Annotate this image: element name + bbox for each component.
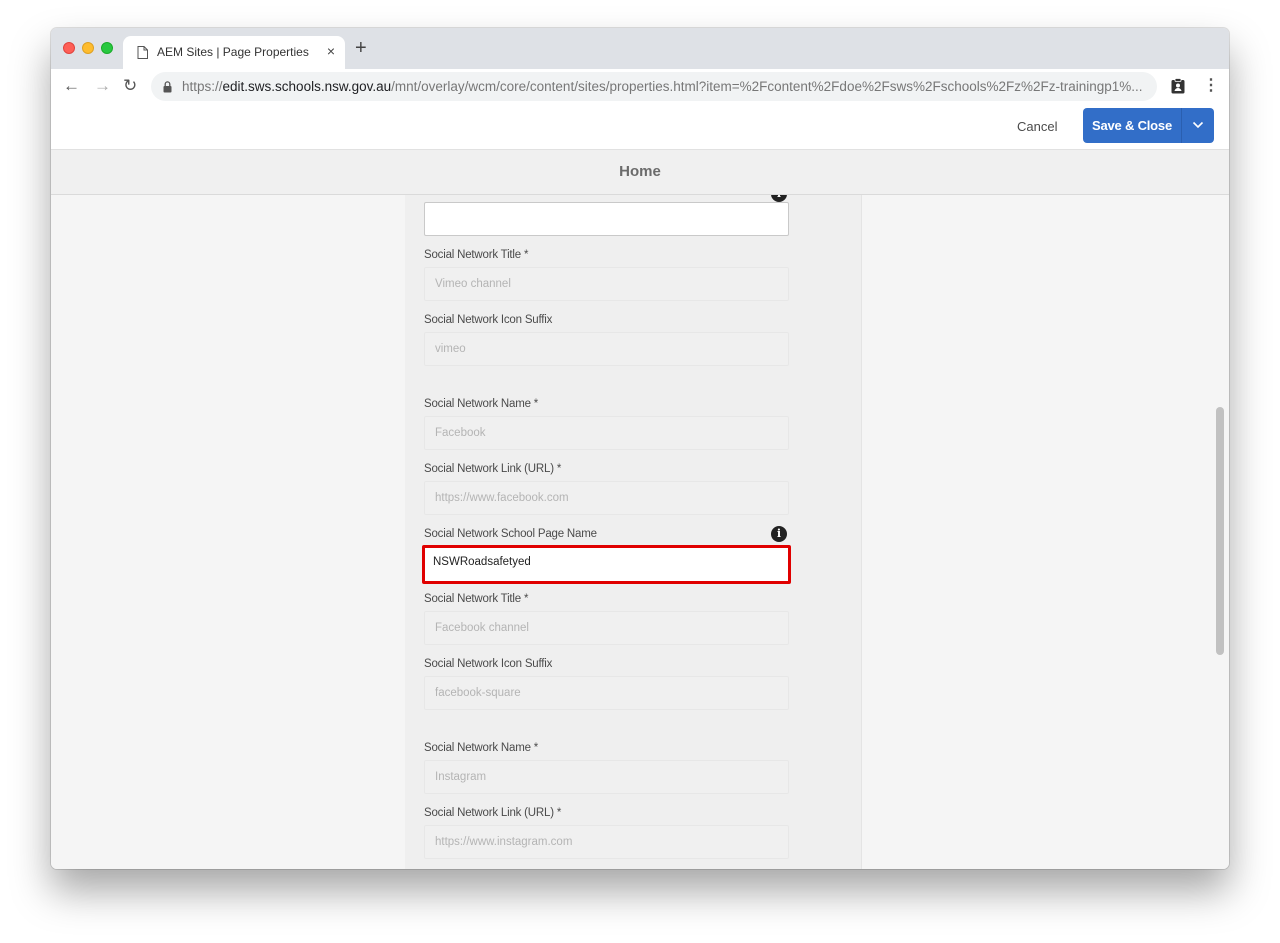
field-label: Social Network Name * (424, 398, 539, 410)
browser-toolbar: ← → ↻ https://edit.sws.schools.nsw.gov.a… (51, 69, 1229, 105)
url-host: edit.sws.schools.nsw.gov.au (222, 79, 392, 94)
info-icon[interactable]: i (771, 526, 787, 542)
tab-title: AEM Sites | Page Properties (157, 45, 309, 59)
new-tab-button[interactable]: + (355, 38, 367, 58)
clipboard-extension-icon[interactable] (1171, 78, 1185, 99)
url-scheme: https:// (182, 79, 223, 94)
lock-icon (163, 80, 172, 98)
maximize-window-button[interactable] (101, 42, 113, 54)
field-label: Social Network School Page Name (424, 528, 597, 540)
vimeo-icon-suffix-field[interactable]: vimeo (424, 332, 789, 366)
info-icon[interactable]: i (771, 195, 787, 202)
scrollbar-thumb[interactable] (1216, 407, 1224, 655)
tab-close-icon[interactable]: × (327, 43, 335, 59)
social-networks-panel: i Social Network Title * Vimeo channel S… (405, 195, 861, 869)
field-label: Social Network Link (URL) * (424, 463, 562, 475)
save-and-close-button[interactable]: Save & Close (1083, 108, 1181, 143)
panel-divider (861, 195, 862, 869)
field-label: Social Network Icon Suffix (424, 314, 553, 326)
minimize-window-button[interactable] (82, 42, 94, 54)
properties-content: i Social Network Title * Vimeo channel S… (51, 195, 1229, 869)
forward-arrow-icon[interactable]: → (94, 77, 111, 95)
partial-text-field[interactable] (424, 202, 789, 236)
field-label: Social Network Title * (424, 593, 529, 605)
facebook-name-field[interactable]: Facebook (424, 416, 789, 450)
address-bar[interactable]: https://edit.sws.schools.nsw.gov.au/mnt/… (151, 72, 1157, 101)
field-label: Social Network Title * (424, 249, 529, 261)
reload-icon[interactable]: ↻ (123, 77, 137, 95)
facebook-link-field[interactable]: https://www.facebook.com (424, 481, 789, 515)
facebook-icon-suffix-field[interactable]: facebook-square (424, 676, 789, 710)
field-label: Social Network Name * (424, 742, 539, 754)
close-window-button[interactable] (63, 42, 75, 54)
instagram-link-field[interactable]: https://www.instagram.com (424, 825, 789, 859)
field-label: Social Network Icon Suffix (424, 658, 553, 670)
back-arrow-icon[interactable]: ← (63, 77, 80, 95)
page-title: Home (619, 163, 661, 180)
page-title-bar: Home (51, 150, 1229, 195)
url-path: /mnt/overlay/wcm/core/content/sites/prop… (391, 79, 1142, 94)
instagram-name-field[interactable]: Instagram (424, 760, 789, 794)
page-icon (137, 46, 148, 64)
url-text: https://edit.sws.schools.nsw.gov.au/mnt/… (182, 79, 1142, 94)
chevron-down-icon (1192, 121, 1204, 129)
more-menu-icon[interactable]: ⋮ (1203, 77, 1219, 95)
browser-tab-active[interactable]: AEM Sites | Page Properties × (123, 36, 345, 69)
facebook-title-field[interactable]: Facebook channel (424, 611, 789, 645)
field-label: Social Network Link (URL) * (424, 807, 562, 819)
save-options-dropdown-button[interactable] (1181, 108, 1214, 143)
action-bar: Cancel Save & Close (51, 105, 1229, 150)
browser-window: AEM Sites | Page Properties × + ← → ↻ ht… (51, 28, 1229, 869)
tab-bar: AEM Sites | Page Properties × + (51, 28, 1229, 69)
cancel-button[interactable]: Cancel (1017, 119, 1057, 134)
facebook-school-page-name-field[interactable]: NSWRoadsafetyed (422, 545, 791, 584)
vimeo-title-field[interactable]: Vimeo channel (424, 267, 789, 301)
